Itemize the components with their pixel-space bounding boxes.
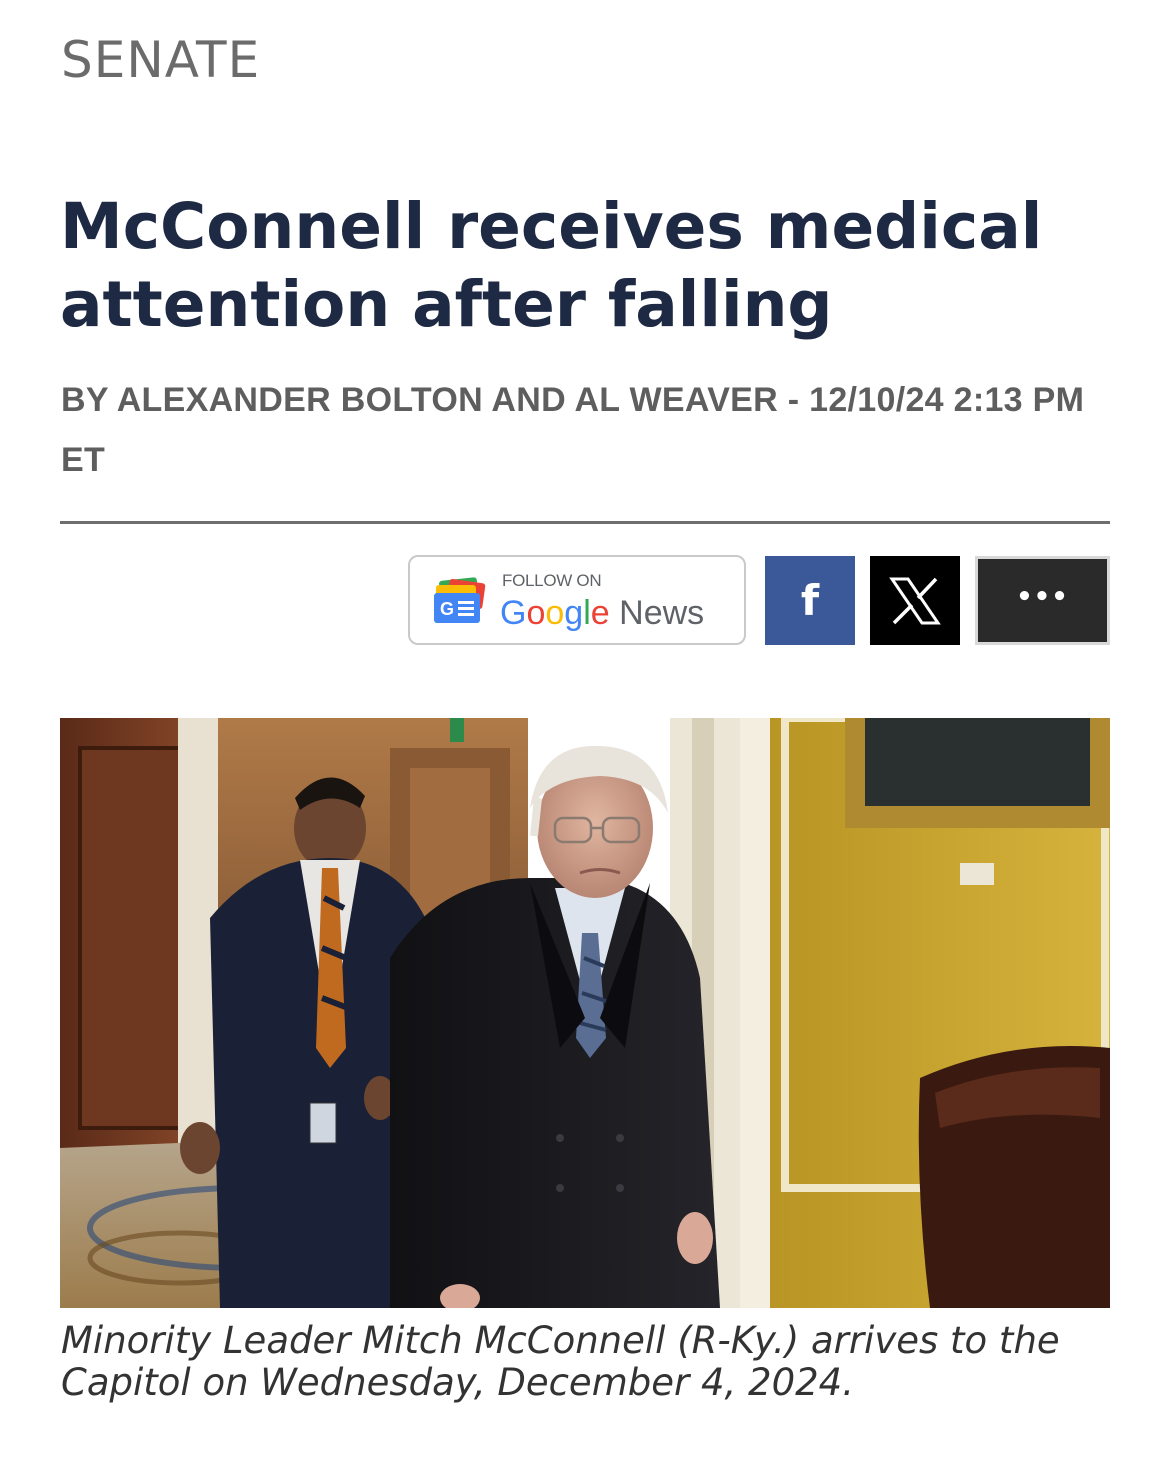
google-letter: g	[564, 594, 584, 632]
article-byline: BY ALEXANDER BOLTON AND AL WEAVER - 12/1…	[61, 381, 1085, 479]
photo-caption: Minority Leader Mitch McConnell (R-Ky.) …	[61, 1319, 1060, 1404]
article-headline: McConnell receives medical attention aft…	[60, 190, 1043, 341]
x-logo-icon	[889, 577, 941, 624]
facebook-icon: f	[800, 575, 820, 625]
x-share-button[interactable]	[870, 556, 960, 645]
google-letter: G	[500, 594, 527, 632]
google-news-title: Google News	[500, 593, 704, 633]
news-label: News	[619, 594, 705, 632]
google-news-follow-label: FOLLOW ON	[502, 571, 602, 590]
more-share-button[interactable]: •••	[975, 556, 1110, 645]
article-photo	[60, 718, 1110, 1308]
svg-text:G: G	[440, 599, 454, 619]
google-letter: o	[526, 594, 546, 632]
google-letter: e	[590, 594, 610, 632]
google-letter: l	[583, 594, 591, 632]
photo-illustration	[60, 718, 1110, 1308]
google-news-icon: G	[434, 577, 486, 623]
facebook-share-button[interactable]: f	[765, 556, 855, 645]
divider	[60, 521, 1110, 524]
more-icon: •••	[1016, 581, 1069, 612]
section-label[interactable]: SENATE	[61, 30, 260, 90]
google-letter: o	[545, 594, 565, 632]
google-news-follow-button[interactable]: G FOLLOW ON Google News	[408, 555, 746, 645]
